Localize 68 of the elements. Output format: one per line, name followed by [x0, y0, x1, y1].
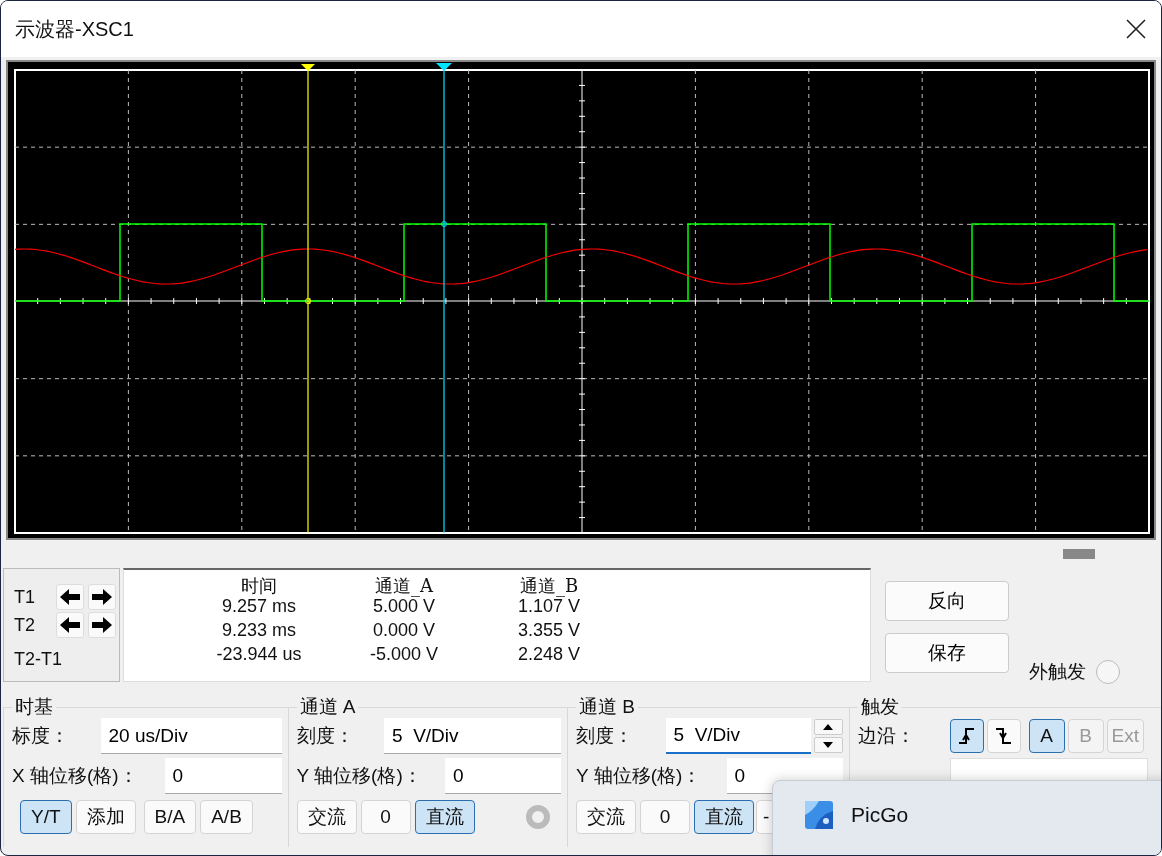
- cursor-label: T2-T1: [14, 648, 63, 671]
- group-title: 时基: [12, 696, 56, 718]
- right-arrow-icon: [92, 617, 112, 633]
- coupling-button[interactable]: 直流: [694, 800, 755, 834]
- group-title: 通道 A: [296, 696, 359, 718]
- move-right-button[interactable]: [88, 612, 116, 638]
- scale-field[interactable]: 5 V/Div: [384, 718, 562, 754]
- resize-handle[interactable]: [1063, 549, 1095, 559]
- spin-down-button[interactable]: [813, 737, 843, 753]
- field-label: X 轴位移(格)：: [12, 764, 138, 788]
- offset-field[interactable]: 0: [164, 758, 282, 794]
- mode-button[interactable]: A/B: [200, 800, 253, 834]
- field-label: Y 轴位移(格)：: [576, 764, 702, 788]
- table-cell-text: -5.000 V: [368, 644, 439, 666]
- coupling-button[interactable]: 交流: [296, 800, 357, 834]
- table-cell-text: 9.257 ms: [220, 596, 297, 618]
- coupling-button[interactable]: 交流: [576, 800, 637, 834]
- group-title: 通道 B: [576, 696, 638, 718]
- field-label: 边沿：: [857, 724, 916, 748]
- table-cell-text: 3.355 V: [516, 620, 582, 642]
- ring-icon: [525, 804, 552, 830]
- mode-button[interactable]: Y/T: [20, 800, 72, 834]
- ext-trigger-label: 外触发: [1029, 660, 1086, 684]
- up-triangle-icon: [823, 724, 834, 730]
- action-button[interactable]: 反向: [885, 581, 1009, 621]
- edge-button[interactable]: [949, 719, 984, 753]
- app-icon: [805, 801, 833, 829]
- table-cell-text: 9.233 ms: [220, 620, 297, 642]
- move-left-button[interactable]: [56, 612, 84, 638]
- field-label: 刻度：: [576, 724, 634, 748]
- column-header: 通道_A: [374, 574, 435, 596]
- coupling-button[interactable]: 直流: [414, 800, 475, 834]
- field-label: 刻度：: [296, 724, 354, 748]
- table-cell-text: -23.944 us: [215, 644, 303, 666]
- field-label: 标度：: [12, 724, 69, 748]
- field-label: Y 轴位移(格)：: [296, 764, 422, 788]
- spin-up-button[interactable]: [813, 719, 843, 735]
- cursor-label: T1: [14, 586, 36, 609]
- window-title: 示波器-XSC1: [15, 16, 134, 42]
- scale-field[interactable]: 20 us/Div: [100, 718, 282, 754]
- cursor-label: T2: [14, 614, 36, 637]
- move-right-button[interactable]: [88, 584, 116, 610]
- table-cell-text: 1.107 V: [516, 596, 582, 618]
- coupling-button[interactable]: 0: [360, 800, 411, 834]
- table-cell-text: 2.248 V: [516, 644, 582, 666]
- rising-edge-icon: [956, 726, 977, 746]
- right-arrow-icon: [92, 589, 112, 605]
- close-icon[interactable]: [1125, 18, 1147, 40]
- column-header: 通道_B: [518, 574, 580, 596]
- app-name: PicGo: [851, 803, 909, 827]
- table-cell-text: 5.000 V: [371, 596, 437, 618]
- notification-card[interactable]: PicGo: [772, 780, 1161, 855]
- falling-edge-icon: [993, 726, 1014, 746]
- column-header: 时间: [240, 574, 278, 596]
- move-left-button[interactable]: [56, 584, 84, 610]
- action-button[interactable]: 保存: [885, 633, 1009, 673]
- left-arrow-icon: [60, 589, 80, 605]
- group-title: 触发: [857, 696, 902, 718]
- mode-button[interactable]: B/A: [143, 800, 197, 834]
- table-cell-text: 0.000 V: [371, 620, 437, 642]
- down-triangle-icon: [823, 742, 834, 748]
- offset-field[interactable]: 0: [445, 758, 562, 794]
- coupling-button[interactable]: 0: [640, 800, 691, 834]
- source-button[interactable]: A: [1028, 719, 1065, 753]
- scale-field[interactable]: 5 V/Div: [665, 718, 811, 754]
- mode-button[interactable]: 添加: [75, 800, 136, 834]
- radio-button[interactable]: [1096, 660, 1120, 684]
- left-arrow-icon: [60, 617, 80, 633]
